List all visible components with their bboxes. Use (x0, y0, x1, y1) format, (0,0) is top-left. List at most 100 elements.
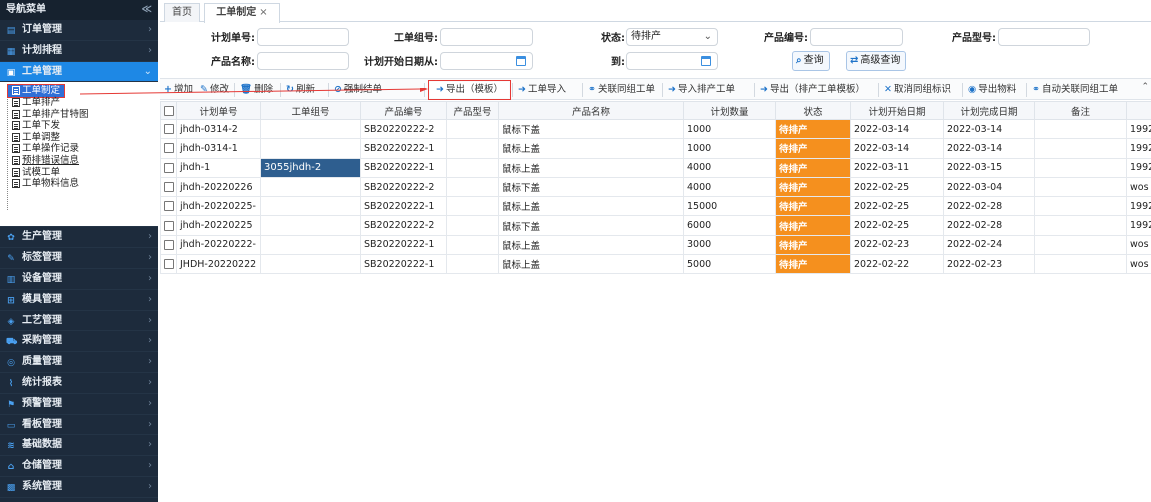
sidebar-menu-process[interactable]: ◈ 工艺管理 › (0, 311, 158, 332)
chevron-right-icon: › (148, 335, 152, 347)
sidebar-menu-warehouse[interactable]: ⌂ 仓储管理 › (0, 456, 158, 477)
table-row[interactable]: jhdh-1 3055jhdh-2 SB20220222-1 鼠标上盖 4000 待排产 2… (160, 157, 1151, 178)
sidebar-subitem-label: 工单操作记录 (22, 143, 80, 155)
row-checkbox[interactable] (163, 182, 174, 193)
table-cell: 1000 (683, 118, 776, 140)
column-header[interactable]: 备注 (1034, 101, 1127, 120)
table-row[interactable]: jhdh-20220222- SB20220222-1 鼠标上盖 3000 待排产 202… (160, 234, 1151, 256)
plan-no-input[interactable] (257, 28, 349, 46)
sidebar-menu-database[interactable]: ≋ 基础数据 › (0, 435, 158, 457)
row-checkbox[interactable] (163, 239, 174, 250)
row-checkbox[interactable] (163, 124, 174, 135)
advanced-search-button[interactable]: ⇄ 高级查询 (846, 51, 907, 71)
row-checkbox[interactable] (163, 162, 174, 173)
toolbar-export-button[interactable]: ➜ 导出（模板） (428, 80, 511, 100)
table-row[interactable]: JHDH-20220222 SB20220222-1 鼠标上盖 5000 待排产 2022… (160, 254, 1151, 275)
column-header[interactable]: 计划单号 (176, 101, 261, 120)
search-button[interactable]: ⌕ 查询 (792, 51, 830, 71)
collapse-sidebar-icon[interactable]: ≪ (142, 0, 152, 20)
row-checkbox[interactable] (163, 143, 174, 154)
group-no-input[interactable] (440, 28, 533, 46)
sidebar-subitem-2[interactable]: 工单排产甘特图 (8, 109, 158, 121)
column-header[interactable]: 工单组号 (260, 101, 361, 120)
select-all-checkbox[interactable] (163, 105, 174, 116)
toolbar-link-button[interactable]: ⚭ 关联同组工单 (588, 82, 655, 98)
toolbar-scroll-icon[interactable]: ⌃ (1141, 82, 1149, 92)
table-row[interactable]: jhdh-20220225 SB20220222-2 鼠标下盖 6000 待排产 2022… (160, 215, 1151, 236)
chevron-right-icon: › (148, 24, 152, 35)
toolbar-edit-button[interactable]: ✎ 修改 (200, 82, 229, 98)
product-name-input[interactable] (257, 52, 349, 70)
equipment-icon: ▥ (6, 274, 16, 285)
document-icon (12, 144, 20, 154)
sidebar-menu-cart[interactable]: ⛟ 采购管理 › (0, 331, 158, 353)
calendar-icon[interactable] (516, 56, 526, 66)
toolbar-import-schedule-button[interactable]: ➜ 导入排产工单 (668, 82, 735, 98)
toolbar-refresh-button[interactable]: ↻ 刷新 (286, 82, 315, 98)
table-row[interactable]: jhdh-20220226 SB20220222-2 鼠标下盖 4000 待排产 2022… (160, 176, 1151, 198)
sidebar-subitem-3[interactable]: 工单下发 (8, 120, 158, 132)
advanced-search-icon: ⇄ (850, 55, 859, 66)
chevron-right-icon: › (148, 231, 152, 243)
product-model-input[interactable] (998, 28, 1090, 46)
column-header[interactable]: 状态 (775, 101, 851, 120)
sidebar-menu-equipment[interactable]: ▥ 设备管理 › (0, 269, 158, 290)
product-code-input[interactable] (810, 28, 903, 46)
sidebar-subitem-5[interactable]: 工单操作记录 (8, 143, 158, 155)
sidebar-menu-tag[interactable]: ✎ 标签管理 › (0, 248, 158, 269)
column-header[interactable] (1126, 101, 1151, 120)
column-header[interactable]: 计划开始日期 (850, 101, 944, 120)
sidebar-menu-label: 统计报表 (22, 376, 62, 388)
sidebar-subitem-0[interactable]: 工单制定 (6, 84, 66, 98)
sidebar-menu-quality[interactable]: ◎ 质量管理 › (0, 352, 158, 373)
row-checkbox[interactable] (163, 201, 174, 212)
table-cell[interactable]: 3055jhdh-2 (260, 157, 361, 178)
sidebar-menu-alert[interactable]: ⚑ 预警管理 › (0, 394, 158, 415)
plan-start-to-input[interactable] (626, 52, 718, 70)
column-header[interactable]: 产品名称 (498, 101, 684, 120)
table-cell: jhdh-20220225 (176, 215, 261, 236)
column-header[interactable]: 产品编号 (360, 101, 447, 120)
sidebar-menu-production[interactable]: ✿ 生产管理 › (0, 227, 158, 249)
toolbar-cancel-button[interactable]: ✕ 取消同组标识 (884, 82, 951, 98)
table-cell: 2022-03-04 (943, 176, 1035, 198)
sidebar-menu-system[interactable]: ▩ 系统管理 › (0, 477, 158, 498)
plan-start-from-input[interactable] (440, 52, 533, 70)
column-header[interactable]: 产品型号 (446, 101, 499, 120)
sidebar-subitem-1[interactable]: 工单排产 (8, 97, 158, 109)
toolbar-separator (582, 83, 583, 97)
toolbar-plus-button[interactable]: + 增加 (164, 82, 193, 98)
sidebar-menu-order[interactable]: ▤ 订单管理 › (0, 20, 158, 41)
toolbar-trash-button[interactable]: 🗑 删除 (240, 82, 273, 98)
toolbar-eye-button[interactable]: ◉ 导出物料 (968, 82, 1016, 98)
calendar-icon[interactable] (701, 56, 711, 66)
sidebar-menu-mold[interactable]: ⊞ 模具管理 › (0, 290, 158, 311)
chevron-right-icon: › (148, 397, 152, 409)
sidebar-menu-workorder[interactable]: ▣ 工单管理 ⌄ (0, 61, 158, 83)
column-header[interactable]: 计划完成日期 (943, 101, 1035, 120)
sidebar-subitem-8[interactable]: 工单物料信息 (8, 178, 158, 190)
tab-home[interactable]: 首页 (164, 3, 200, 22)
table-cell: 2022-02-28 (943, 196, 1035, 217)
table-row[interactable]: jhdh-0314-1 SB20220222-1 鼠标上盖 1000 待排产 2022-0… (160, 138, 1151, 159)
toolbar-force-close-button[interactable]: ⊘ 强制结单 (334, 82, 382, 98)
table-row[interactable]: jhdh-20220225- SB20220222-1 鼠标上盖 15000 待排产 20… (160, 196, 1151, 217)
table-row[interactable]: jhdh-0314-2 SB20220222-2 鼠标下盖 1000 待排产 2022-0… (160, 118, 1151, 140)
row-checkbox[interactable] (163, 220, 174, 231)
sidebar-menu-chart[interactable]: ⌇ 统计报表 › (0, 373, 158, 394)
toolbar-import-button[interactable]: ➜ 工单导入 (518, 82, 566, 98)
status-select[interactable]: 待排产 ⌄ (626, 28, 718, 46)
sidebar-subitem-6[interactable]: 预排错误信息 (8, 155, 158, 167)
toolbar-auto-link-button[interactable]: ⚭ 自动关联同组工单 (1032, 82, 1118, 98)
row-checkbox[interactable] (163, 259, 174, 270)
sidebar-subitem-7[interactable]: 试模工单 (8, 167, 158, 179)
tab-workorder-create[interactable]: 工单制定 × (204, 3, 280, 23)
sidebar-menu-schedule[interactable]: ▦ 计划排程 › (0, 41, 158, 62)
row-select-cell (160, 176, 177, 198)
table-cell: 2022-02-25 (850, 176, 944, 198)
close-tab-icon[interactable]: × (259, 7, 267, 18)
sidebar-menu-board[interactable]: ▭ 看板管理 › (0, 415, 158, 436)
sidebar-subitem-4[interactable]: 工单调整 (8, 132, 158, 144)
toolbar-export-schedule-button[interactable]: ➜ 导出（排产工单模板） (760, 82, 865, 98)
column-header[interactable]: 计划数量 (683, 101, 776, 120)
